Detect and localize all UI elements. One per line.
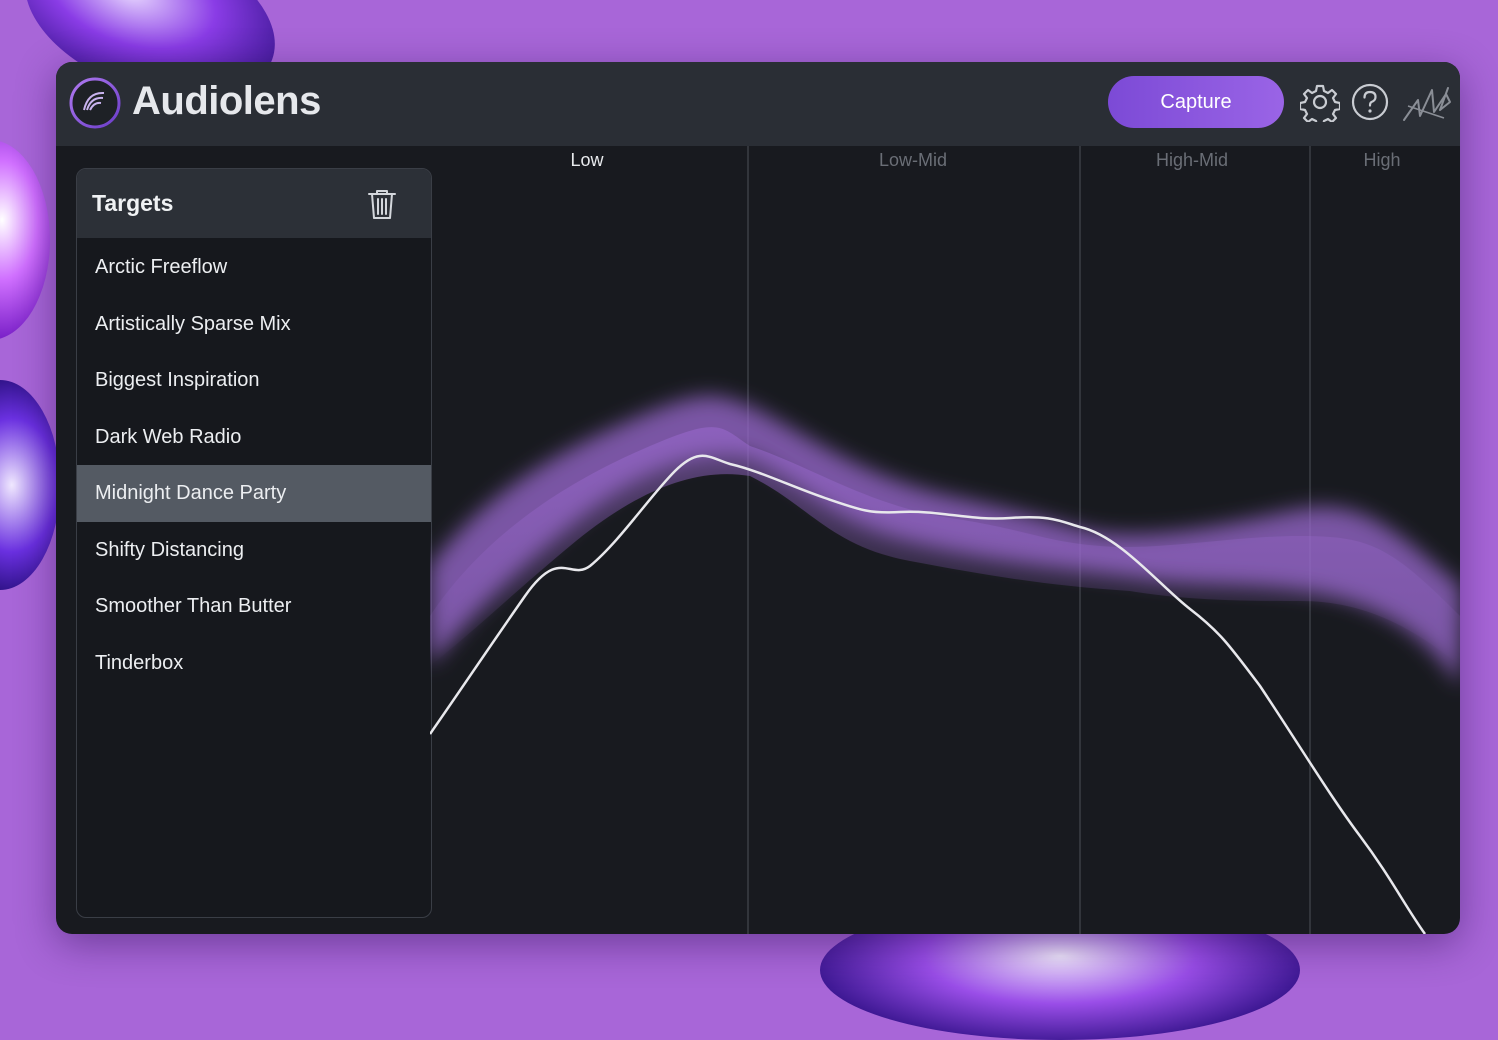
header-bar: Audiolens Capture [56, 62, 1460, 146]
band-label: Low [570, 150, 604, 170]
target-item[interactable]: Smoother Than Butter [77, 578, 431, 635]
capture-button[interactable]: Capture [1108, 76, 1284, 128]
trash-icon[interactable] [363, 185, 401, 223]
band-label: High-Mid [1155, 150, 1229, 170]
targets-list: Arctic Freeflow Artistically Sparse Mix Bi… [77, 239, 431, 691]
eq-graph-canvas [430, 146, 1460, 934]
target-item[interactable]: Tinderbox [77, 635, 431, 692]
background-decor [0, 140, 50, 340]
target-item[interactable]: Midnight Dance Party [77, 465, 431, 522]
help-icon[interactable] [1350, 82, 1390, 122]
band-label: Low-Mid [878, 150, 948, 170]
targets-panel: Targets Arctic Freeflow Artistically Spar… [76, 168, 432, 918]
eq-graph: Low Low-Mid High-Mid High [430, 146, 1460, 934]
band-label: High [1363, 150, 1401, 170]
logo-icon [69, 77, 121, 129]
targets-title: Targets [92, 190, 174, 216]
app-title: Audiolens [132, 79, 321, 123]
background-decor [0, 380, 60, 590]
target-item[interactable]: Arctic Freeflow [77, 239, 431, 296]
plugin-window: Audiolens Capture Targets Arctic Freeflo… [56, 62, 1460, 934]
brand-icon[interactable] [1400, 76, 1454, 130]
target-item[interactable]: Biggest Inspiration [77, 352, 431, 409]
target-item[interactable]: Dark Web Radio [77, 409, 431, 466]
gear-icon[interactable] [1300, 82, 1340, 122]
target-item[interactable]: Artistically Sparse Mix [77, 296, 431, 353]
targets-header: Targets [77, 169, 431, 238]
target-item[interactable]: Shifty Distancing [77, 522, 431, 579]
